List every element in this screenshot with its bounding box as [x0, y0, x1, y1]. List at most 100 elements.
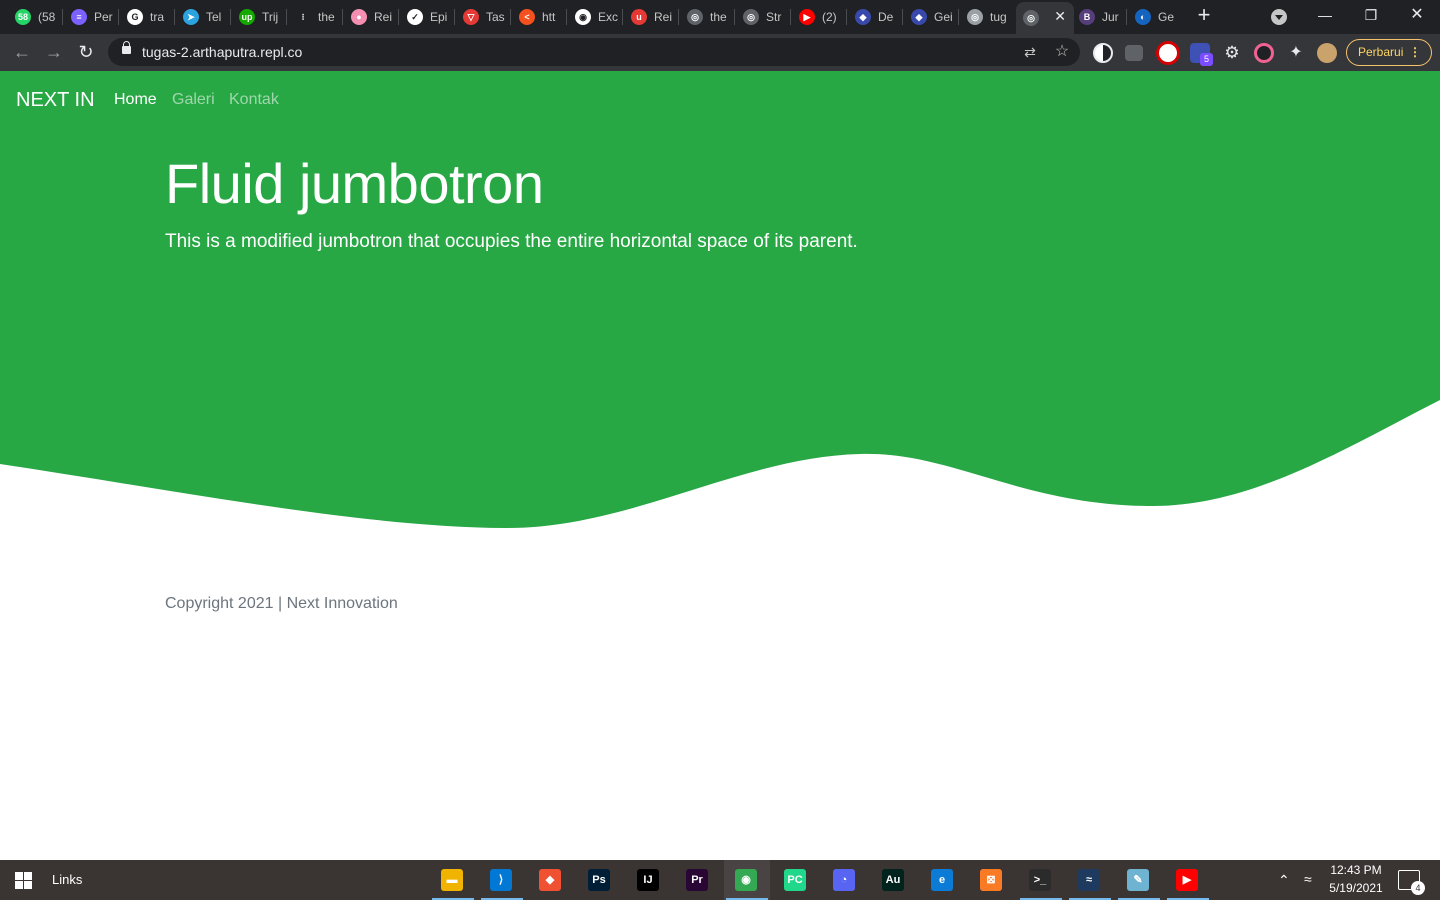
notification-count: 4 [1411, 881, 1425, 895]
taskbar-file-explorer-button[interactable]: ▬ [430, 860, 476, 900]
taskbar-intellij-button[interactable]: IJ [626, 860, 672, 900]
browser-tab[interactable]: ◉ Exc [568, 4, 620, 30]
tab-favicon-icon: < [519, 9, 535, 25]
url-text[interactable]: tugas-2.arthaputra.repl.co [142, 44, 302, 60]
forward-icon[interactable]: → [42, 41, 66, 65]
puzzle-extensions-icon[interactable]: ✦ [1286, 43, 1306, 63]
browser-tab[interactable]: u Rei [624, 4, 676, 30]
browser-tab[interactable]: ◆ Gei [904, 4, 956, 30]
taskbar-vscode-button[interactable]: ⟩ [479, 860, 525, 900]
close-tab-icon[interactable]: ✕ [1054, 8, 1066, 25]
taskbar-pycharm-button[interactable]: PC [773, 860, 819, 900]
taskbar-youtube-button[interactable]: ▶ [1165, 860, 1211, 900]
browser-tab[interactable]: up Trij [232, 4, 284, 30]
update-browser-button[interactable]: Perbarui ⋮ [1346, 39, 1432, 66]
premiere-icon: Pr [686, 869, 708, 891]
reload-icon[interactable]: ↻ [74, 41, 98, 65]
taskbar-photoshop-button[interactable]: Ps [577, 860, 623, 900]
taskbar-discord-button[interactable]: ◔ [822, 860, 868, 900]
browser-tab[interactable]: ➤ Tel [176, 4, 228, 30]
links-toolbar-label[interactable]: Links [52, 872, 82, 887]
lock-icon[interactable] [122, 41, 131, 54]
extension-with-badge-icon[interactable]: 5 [1190, 43, 1213, 66]
nav-galeri[interactable]: Galeri [172, 91, 215, 109]
brand-logo[interactable]: NEXT IN [16, 89, 95, 112]
taskbar-premiere-button[interactable]: Pr [675, 860, 721, 900]
chat-extension-icon[interactable] [1125, 45, 1143, 61]
browser-tab[interactable]: 58 (58 [8, 4, 60, 30]
browser-tab[interactable]: ≡ Per [64, 4, 116, 30]
taskbar-audition-button[interactable]: Au [871, 860, 917, 900]
nav-kontak[interactable]: Kontak [229, 91, 279, 109]
browser-tab[interactable]: ◎ tug [960, 4, 1012, 30]
tab-favicon-icon: B [1079, 9, 1095, 25]
tab-favicon-icon: G [127, 9, 143, 25]
tab-title: Jur [1102, 10, 1119, 24]
taskbar-xampp-button[interactable]: ⊠ [969, 860, 1015, 900]
browser-tab[interactable]: ⁝ the [288, 4, 340, 30]
tab-separator [342, 9, 343, 25]
tab-favicon-icon: up [239, 9, 255, 25]
browser-tab[interactable]: ● Rei [344, 4, 396, 30]
windows-start-icon[interactable] [15, 872, 32, 889]
browser-tab[interactable]: ◎ ✕ [1016, 2, 1074, 34]
bookmark-star-icon[interactable]: ☆ [1054, 44, 1070, 60]
more-menu-icon[interactable]: ⋮ [1409, 40, 1421, 65]
tab-separator [398, 9, 399, 25]
taskbar-edge-button[interactable]: e [920, 860, 966, 900]
chevron-up-icon[interactable]: ⌃ [1278, 872, 1290, 889]
tab-search-icon[interactable] [1271, 9, 1287, 25]
tab-favicon-icon: ● [351, 9, 367, 25]
clock-date[interactable]: 5/19/2021 [1326, 881, 1386, 895]
browser-tab[interactable]: ◐ Ge [1128, 4, 1180, 30]
browser-tab[interactable]: Gtra [120, 4, 172, 30]
discord-icon: ◔ [833, 869, 855, 891]
taskbar-git-gui-button[interactable]: ◆ [528, 860, 574, 900]
translate-icon[interactable]: ⇄ [1022, 44, 1038, 60]
profile-avatar[interactable] [1317, 43, 1337, 63]
taskbar-chrome-button[interactable]: ◉ [724, 860, 770, 900]
browser-tab[interactable]: B Jur [1072, 4, 1124, 30]
tab-title: tug [990, 10, 1007, 24]
tab-favicon-icon: ◉ [575, 9, 591, 25]
notifications-icon[interactable]: 4 [1398, 870, 1425, 895]
browser-tab[interactable]: ▽ Tas [456, 4, 508, 30]
terminal-icon: >_ [1029, 869, 1051, 891]
browser-tab[interactable]: ◆ De [848, 4, 900, 30]
tab-favicon-icon: ▽ [463, 9, 479, 25]
wifi-icon[interactable]: ≈ [1304, 871, 1312, 887]
taskbar-terminal-button[interactable]: >_ [1018, 860, 1064, 900]
file-explorer-icon: ▬ [441, 869, 463, 891]
taskbar-mysql-workbench-button[interactable]: ≈ [1067, 860, 1113, 900]
gear-extension-icon[interactable]: ⚙ [1222, 43, 1242, 63]
new-tab-button[interactable]: + [1192, 4, 1216, 28]
tab-title: Exc [598, 10, 618, 24]
nav-home[interactable]: Home [114, 91, 157, 109]
clock-time[interactable]: 12:43 PM [1326, 863, 1386, 877]
browser-tab[interactable]: < htt [512, 4, 564, 30]
tab-title: Tas [486, 10, 505, 24]
browser-tab[interactable]: ✓ Epi [400, 4, 452, 30]
tab-title: Tel [206, 10, 222, 24]
taskbar-notepad-button[interactable]: ✎ [1116, 860, 1162, 900]
tab-separator [230, 9, 231, 25]
record-extension-icon[interactable] [1156, 41, 1180, 65]
tab-title: the [318, 10, 335, 24]
restore-icon[interactable]: ❐ [1348, 0, 1394, 32]
back-icon[interactable]: ← [10, 41, 34, 65]
tab-title: Epi [430, 10, 448, 24]
tab-title: Trij [262, 10, 279, 24]
browser-tab[interactable]: ◎ Str [736, 4, 788, 30]
tab-title: (2) [822, 10, 837, 24]
tab-separator [118, 9, 119, 25]
color-picker-extension-icon[interactable] [1254, 43, 1274, 63]
tab-favicon-icon: ◎ [1023, 10, 1039, 26]
browser-tab[interactable]: ▶ (2) [792, 4, 844, 30]
minimize-icon[interactable]: — [1302, 0, 1348, 32]
close-window-icon[interactable]: ✕ [1394, 0, 1440, 32]
dark-reader-extension-icon[interactable] [1093, 43, 1113, 63]
tab-separator [790, 9, 791, 25]
address-bar[interactable]: tugas-2.arthaputra.repl.co ⇄ ☆ [108, 38, 1080, 66]
browser-tab[interactable]: ◎ the [680, 4, 732, 30]
tab-separator [1126, 9, 1127, 25]
